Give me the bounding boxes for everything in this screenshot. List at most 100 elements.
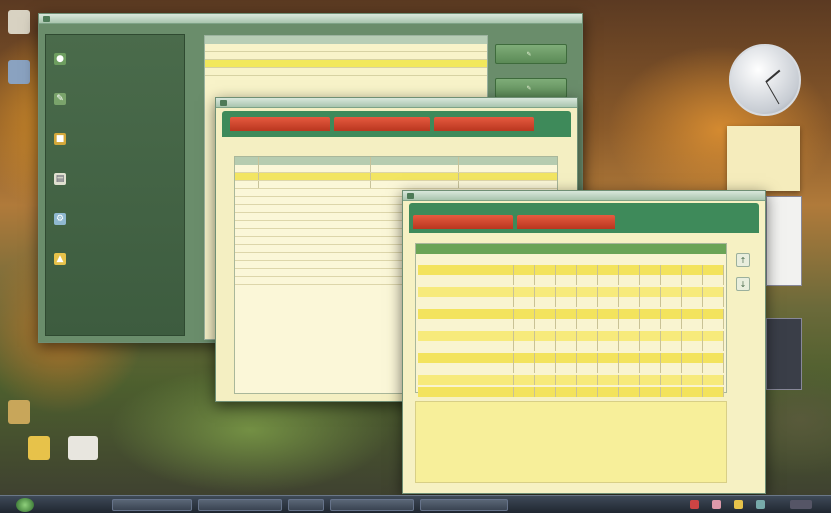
schedule-row[interactable] [418, 375, 724, 385]
tray-icon[interactable] [790, 500, 812, 509]
desktop-icon[interactable] [8, 60, 30, 84]
tab-2[interactable] [334, 117, 430, 131]
tab-1[interactable] [413, 215, 513, 229]
action-button-1[interactable]: ✎ [495, 44, 567, 64]
scroll-up-button[interactable]: ↑ [736, 253, 750, 267]
schedule-row[interactable] [418, 275, 724, 285]
sticky-note-gadget[interactable] [727, 126, 800, 191]
table-row[interactable] [235, 181, 557, 189]
schedule-cell [619, 341, 640, 351]
schedule-cell [703, 275, 724, 285]
schedule-row[interactable] [418, 341, 724, 351]
list-item[interactable] [205, 68, 487, 76]
schedule-row[interactable] [418, 287, 724, 297]
schedule-row-label [418, 341, 514, 351]
column-header[interactable] [371, 157, 459, 165]
scroll-down-button[interactable]: ↓ [736, 277, 750, 291]
main-window-titlebar[interactable] [39, 14, 582, 24]
sidebar-item-4[interactable]: ▤ [54, 169, 180, 189]
list-item[interactable] [205, 52, 487, 60]
clock-gadget[interactable] [729, 44, 801, 116]
schedule-cell [598, 331, 619, 341]
taskbar-button[interactable] [330, 499, 414, 511]
calendar-gadget[interactable] [766, 196, 802, 286]
schedule-cell [556, 309, 577, 319]
table-row[interactable] [235, 173, 557, 181]
schedule-row-label [418, 387, 514, 397]
column-header[interactable] [459, 157, 557, 165]
schedule-row-label [418, 363, 514, 373]
middle-window-titlebar[interactable] [216, 98, 577, 108]
desktop-icon[interactable] [8, 10, 30, 34]
desktop-icon[interactable] [68, 436, 98, 460]
tab-2[interactable] [517, 215, 615, 229]
schedule-cell [640, 287, 661, 297]
schedule-row[interactable] [418, 309, 724, 319]
desktop-icon[interactable] [8, 400, 30, 424]
schedule-cell [514, 375, 535, 385]
taskbar-button[interactable] [198, 499, 282, 511]
schedule-cell [661, 275, 682, 285]
sidebar-item-5[interactable]: ⚙ [54, 209, 180, 229]
clock-minute-hand [765, 81, 780, 105]
start-button[interactable] [16, 498, 34, 512]
sidebar-item-6[interactable]: ▲ [54, 249, 180, 269]
table-cell [235, 165, 259, 172]
schedule-cell [514, 331, 535, 341]
schedule-cell [598, 275, 619, 285]
table-cell [259, 181, 371, 188]
schedule-cell [619, 387, 640, 397]
schedule-row[interactable] [418, 353, 724, 363]
slideshow-gadget[interactable] [766, 318, 802, 390]
taskbar-button[interactable] [420, 499, 508, 511]
schedule-cell [619, 319, 640, 329]
schedule-cell [577, 341, 598, 351]
schedule-cell [640, 375, 661, 385]
schedule-cell [535, 287, 556, 297]
tray-icon[interactable] [690, 500, 699, 509]
taskbar-button[interactable] [112, 499, 192, 511]
schedule-cell [556, 341, 577, 351]
sidebar-item-3[interactable]: ■ [54, 129, 180, 149]
taskbar-button[interactable] [288, 499, 324, 511]
schedule-cell [556, 265, 577, 275]
schedule-row[interactable] [418, 387, 724, 397]
schedule-cell [535, 275, 556, 285]
schedule-row[interactable] [418, 319, 724, 329]
schedule-row[interactable] [418, 363, 724, 373]
schedule-cell [598, 297, 619, 307]
column-header[interactable] [235, 157, 259, 165]
list-item[interactable] [205, 60, 487, 68]
schedule-window-titlebar[interactable] [403, 191, 765, 201]
tab-3[interactable] [434, 117, 534, 131]
sidebar-item-2[interactable]: ✎ [54, 89, 180, 109]
schedule-cell [598, 319, 619, 329]
action-button-2[interactable]: ✎ [495, 78, 567, 98]
desktop-icon[interactable] [28, 436, 50, 460]
tray-icon[interactable] [756, 500, 765, 509]
schedule-row[interactable] [418, 265, 724, 275]
schedule-cell [640, 309, 661, 319]
schedule-row[interactable] [418, 331, 724, 341]
column-header[interactable] [259, 157, 371, 165]
tab-1[interactable] [230, 117, 330, 131]
schedule-cell [577, 297, 598, 307]
tab-strip [222, 111, 571, 137]
schedule-cell [514, 319, 535, 329]
schedule-cell [535, 363, 556, 373]
schedule-window[interactable]: ↑ ↓ [402, 190, 766, 494]
schedule-cell [556, 363, 577, 373]
schedule-cell [640, 319, 661, 329]
schedule-row[interactable] [418, 297, 724, 307]
schedule-cell [682, 353, 703, 363]
schedule-row-label [418, 287, 514, 297]
tray-icon[interactable] [734, 500, 743, 509]
sidebar-item-1[interactable]: ● [54, 49, 180, 69]
schedule-cell [682, 265, 703, 275]
list-item[interactable] [205, 44, 487, 52]
sidebar: ● ✎ ■ ▤ ⚙ ▲ [45, 34, 185, 336]
schedule-row-label [418, 297, 514, 307]
tray-icon[interactable] [712, 500, 721, 509]
table-row[interactable] [235, 165, 557, 173]
schedule-cell [682, 319, 703, 329]
